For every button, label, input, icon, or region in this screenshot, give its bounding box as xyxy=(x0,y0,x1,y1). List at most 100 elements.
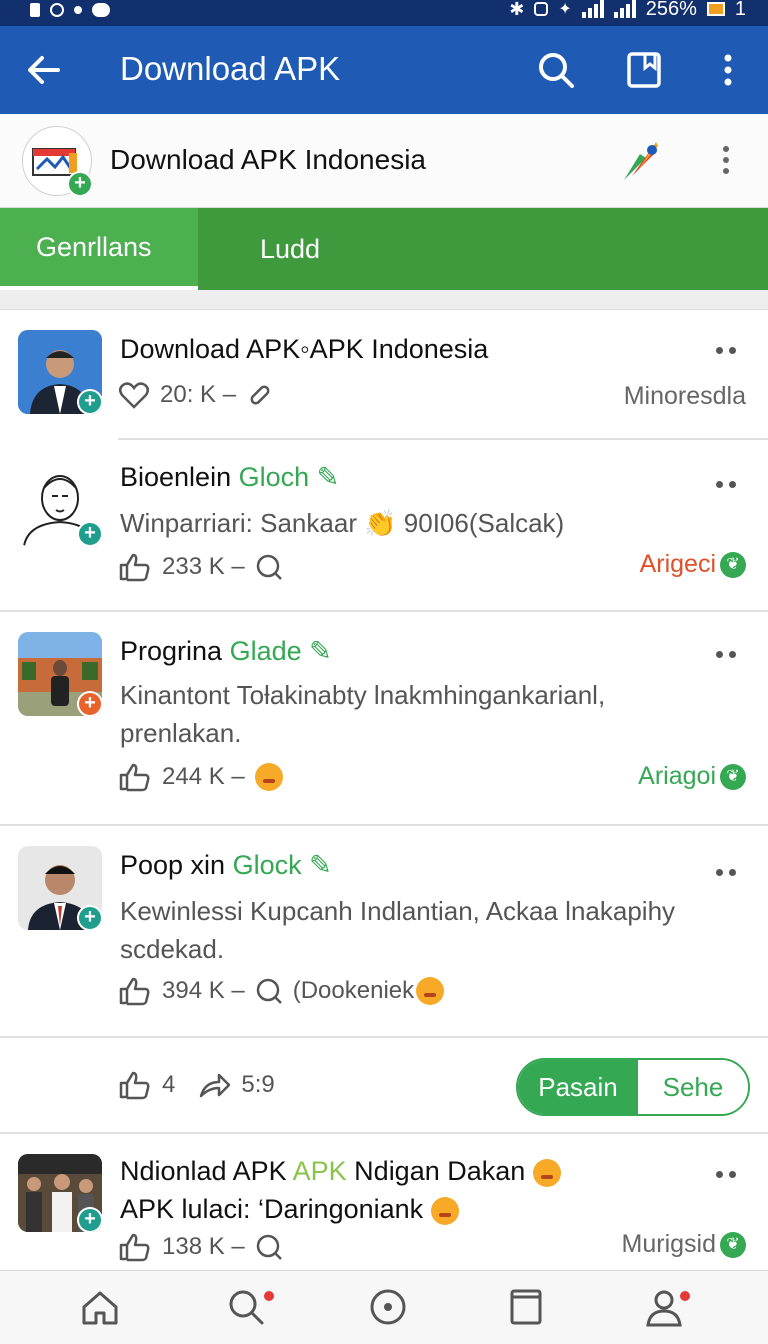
pencil-icon: ✎ xyxy=(309,636,332,666)
segmented-toggle[interactable]: Pasain Sehe xyxy=(516,1058,750,1116)
list-item[interactable]: + Ndionlad APK APK Ndigan Dakan APK lula… xyxy=(0,1134,768,1270)
bluetooth-icon: ✱ xyxy=(509,0,525,19)
battery-icon xyxy=(706,2,725,16)
list-item[interactable]: + Progrina Glade ✎ Kinantont Toƚakinabty… xyxy=(0,612,768,824)
post-title-main: Bioenlein xyxy=(120,462,239,492)
post-title-highlight: APK xyxy=(292,1156,347,1186)
post-source-label: Murigsid xyxy=(621,1230,716,1258)
alarm-icon xyxy=(534,2,549,16)
follow-plus-icon[interactable]: + xyxy=(77,389,102,414)
post-title[interactable]: Poop xin Glock ✎ xyxy=(120,850,332,881)
more-icon[interactable] xyxy=(716,340,746,360)
comment-icon[interactable] xyxy=(255,553,283,581)
post-text: Kewinlessi Kupcanh Indlantian, Ackaa lna… xyxy=(120,896,676,964)
app-bar: Download APK xyxy=(0,26,768,114)
thumbs-up-icon[interactable] xyxy=(118,552,152,582)
post-source-label: Ariagoi xyxy=(638,762,716,790)
follow-plus-icon[interactable]: + xyxy=(77,521,102,546)
follow-plus-icon[interactable]: + xyxy=(67,171,93,197)
share-icon[interactable] xyxy=(197,1070,231,1100)
like-count: 138 K – xyxy=(162,1233,245,1260)
heart-icon[interactable] xyxy=(118,380,150,410)
search-icon[interactable] xyxy=(224,1285,268,1329)
post-text: Winparriari: Sankaar 👏 90I06(Salcak) xyxy=(120,508,565,538)
channel-header[interactable]: + Download APK Indonesia xyxy=(0,114,768,208)
comment-icon[interactable] xyxy=(255,977,283,1005)
tab-bar: Genrllans Ludd xyxy=(0,208,768,290)
comment-icon[interactable] xyxy=(255,1233,283,1261)
avatar[interactable]: + xyxy=(18,846,102,930)
follow-plus-icon[interactable]: + xyxy=(77,1207,102,1232)
post-meta: 244 K – xyxy=(118,762,283,792)
leaf-badge-icon: ❦ xyxy=(720,1231,746,1258)
post-title-main: Ndionlad APK xyxy=(120,1156,293,1186)
thumbs-up-icon[interactable] xyxy=(118,976,152,1006)
back-arrow-icon[interactable] xyxy=(22,48,66,92)
reaction-emoji-icon xyxy=(416,977,445,1005)
bottom-nav xyxy=(0,1270,768,1344)
pencil-icon: ✎ xyxy=(309,850,332,880)
follow-plus-icon[interactable]: + xyxy=(77,691,102,716)
notification-dot xyxy=(680,1291,690,1301)
signal-icon-2 xyxy=(613,0,636,18)
channel-more-icon[interactable] xyxy=(714,142,738,178)
toggle-pasain[interactable]: Pasain xyxy=(518,1060,638,1114)
reaction-emoji-icon xyxy=(430,1196,459,1225)
post-title-rest: Ndigan Dakan xyxy=(346,1156,526,1186)
tab-genrllans[interactable]: Genrllans xyxy=(0,208,198,290)
discover-icon[interactable] xyxy=(366,1285,410,1329)
thumbs-up-icon[interactable] xyxy=(118,1232,152,1262)
more-icon[interactable] xyxy=(716,474,746,494)
avatar[interactable]: + xyxy=(18,462,102,546)
post-source[interactable]: Minoresdla xyxy=(624,382,746,411)
library-icon[interactable] xyxy=(504,1285,548,1329)
post-source[interactable]: Arigeci ❦ xyxy=(640,550,746,579)
more-vert-icon[interactable] xyxy=(706,48,750,92)
channel-avatar[interactable]: + xyxy=(22,126,93,197)
list-item[interactable]: + Bioenlein Gloch ✎ Winparriari: Sankaar… xyxy=(0,440,768,610)
toggle-sehe[interactable]: Sehe xyxy=(638,1060,748,1114)
dot-icon xyxy=(74,6,82,14)
reaction-emoji-icon xyxy=(532,1158,561,1187)
avatar[interactable]: + xyxy=(18,1154,102,1232)
attachment-icon[interactable] xyxy=(246,381,274,409)
like-count: 233 K – xyxy=(162,553,245,580)
action-stats: 4 5:9 xyxy=(118,1070,275,1100)
like-count: 4 xyxy=(162,1071,176,1098)
wifi-icon: ✦ xyxy=(558,1,572,18)
more-icon[interactable] xyxy=(716,1164,746,1184)
post-title[interactable]: Progrina Glade ✎ xyxy=(120,636,332,667)
more-icon[interactable] xyxy=(716,862,746,882)
list-item[interactable]: + Poop xin Glock ✎ Kewinlessi Kupcanh In… xyxy=(0,826,768,1036)
thumbs-up-icon[interactable] xyxy=(118,1070,152,1100)
brand-logo-icon xyxy=(624,142,658,180)
home-icon[interactable] xyxy=(78,1285,122,1329)
notification-icon xyxy=(30,3,40,17)
post-title[interactable]: Bioenlein Gloch ✎ xyxy=(120,462,339,493)
post-title-highlight: Gloch xyxy=(238,462,310,492)
like-count: 20: K – xyxy=(160,381,237,408)
profile-icon[interactable] xyxy=(642,1285,686,1329)
sim-number: 1 xyxy=(734,0,746,20)
cloud-icon xyxy=(92,3,110,17)
leaf-badge-icon: ❦ xyxy=(720,763,746,790)
bookmark-icon[interactable] xyxy=(622,48,666,92)
more-icon[interactable] xyxy=(716,644,746,664)
post-source[interactable]: Ariagoi ❦ xyxy=(638,762,746,791)
post-title-main: Progrina xyxy=(120,636,230,666)
post-source[interactable]: Murigsid ❦ xyxy=(622,1230,746,1259)
avatar[interactable]: + xyxy=(18,632,102,716)
search-icon[interactable] xyxy=(534,48,578,92)
leaf-badge-icon: ❦ xyxy=(720,551,746,578)
list-item[interactable]: + Download APK◦APK Indonesia 20: K – Min… xyxy=(0,312,768,440)
signal-icon xyxy=(581,0,604,18)
thumbs-up-icon[interactable] xyxy=(118,762,152,792)
tab-ludd[interactable]: Ludd xyxy=(198,208,320,290)
reaction-emoji-icon xyxy=(254,763,283,791)
post-title[interactable]: Ndionlad APK APK Ndigan Dakan xyxy=(120,1156,561,1187)
avatar[interactable]: + xyxy=(18,330,102,414)
like-count: 394 K – xyxy=(162,977,245,1004)
post-title[interactable]: Download APK◦APK Indonesia xyxy=(120,334,488,365)
post-source-label: Arigeci xyxy=(639,550,716,578)
follow-plus-icon[interactable]: + xyxy=(77,905,102,930)
